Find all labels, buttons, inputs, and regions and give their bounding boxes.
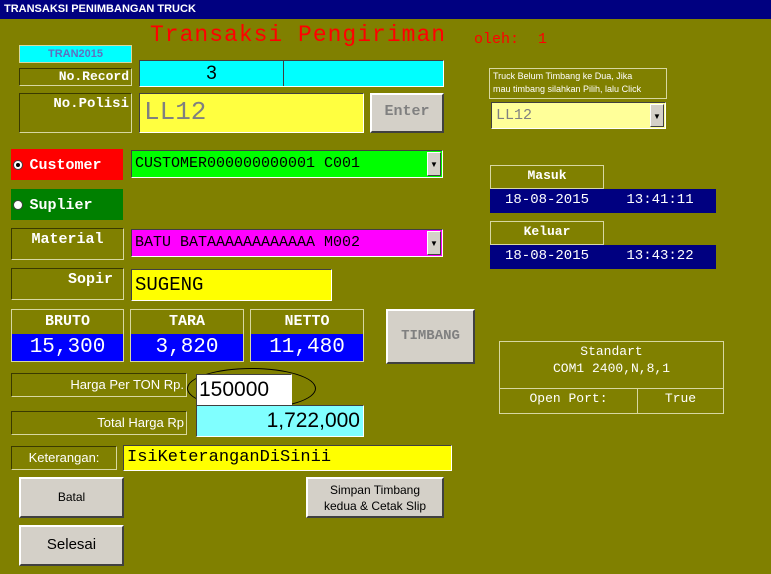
truck-hint-line1: Truck Belum Timbang ke Dua, Jika	[493, 71, 633, 81]
customer-radio-label: Customer	[29, 157, 102, 174]
masuk-date: 18-08-2015	[490, 189, 604, 213]
tara-panel: TARA 3,820	[130, 309, 244, 362]
port-standard-label: Standart	[580, 344, 643, 359]
keluar-label: Keluar	[490, 221, 604, 245]
bruto-panel: BRUTO 15,300	[11, 309, 124, 362]
keterangan-input[interactable]: IsiKeteranganDiSinii	[123, 445, 452, 471]
customer-select-value: CUSTOMER000000000001 C001	[135, 155, 361, 172]
suplier-radio-label: Suplier	[29, 197, 93, 214]
harga-label: Harga Per TON Rp.	[11, 373, 187, 397]
polisi-label: No.Polisi	[19, 93, 132, 133]
truck-hint: Truck Belum Timbang ke Dua, Jika mau tim…	[489, 68, 667, 99]
customer-select[interactable]: CUSTOMER000000000001 C001 ▼	[131, 150, 443, 178]
total-field: 1,722,000	[196, 405, 364, 437]
sopir-input[interactable]: SUGENG	[131, 269, 332, 301]
sopir-label: Sopir	[11, 268, 124, 300]
truck-hint-line2: mau timbang silahkan Pilih, lalu Click	[493, 84, 642, 94]
open-port-label: Open Port:	[529, 391, 608, 406]
batal-button[interactable]: Batal	[19, 477, 124, 518]
netto-panel: NETTO 11,480	[250, 309, 364, 362]
record-value: 3	[206, 63, 217, 84]
radio-unselected-icon	[13, 199, 23, 210]
material-select[interactable]: BATU BATAAAAAAAAAAAA M002 ▼	[131, 229, 443, 257]
simpan-line2: kedua & Cetak Slip	[323, 499, 427, 513]
netto-label: NETTO	[284, 313, 330, 330]
keluar-date: 18-08-2015	[490, 245, 604, 269]
keterangan-label: Keterangan:	[11, 446, 117, 470]
chevron-down-icon[interactable]: ▼	[650, 104, 664, 127]
material-select-value: BATU BATAAAAAAAAAAAA M002	[135, 234, 361, 251]
tara-value: 3,820	[131, 334, 243, 361]
simpan-cetak-button[interactable]: Simpan Timbang kedua & Cetak Slip	[306, 477, 444, 518]
polisi-input[interactable]: LL12	[139, 93, 364, 133]
operator-label: oleh:	[474, 31, 520, 48]
tara-label: TARA	[168, 313, 205, 330]
truck-select[interactable]: LL12 ▼	[491, 102, 666, 129]
keluar-time: 13:43:22	[604, 245, 716, 269]
netto-value: 11,480	[251, 334, 363, 361]
record-label: No.Record	[19, 68, 132, 86]
chevron-down-icon[interactable]: ▼	[427, 152, 441, 176]
simpan-line1: Simpan Timbang	[329, 483, 421, 497]
truck-select-value: LL12	[496, 107, 533, 124]
masuk-time: 13:41:11	[604, 189, 716, 213]
operator-value: 1	[538, 31, 548, 48]
page-title: Transaksi Pengiriman	[150, 22, 447, 48]
bruto-value: 15,300	[12, 334, 123, 361]
timbang-button[interactable]: TIMBANG	[386, 309, 475, 364]
selesai-button[interactable]: Selesai	[19, 525, 124, 566]
suplier-radio[interactable]: Suplier	[11, 189, 123, 220]
bruto-label: BRUTO	[44, 313, 90, 330]
record-field: 3	[139, 60, 444, 87]
enter-button[interactable]: Enter	[370, 93, 444, 133]
radio-selected-icon	[13, 159, 23, 170]
transaction-code: TRAN2015	[19, 45, 132, 63]
port-panel: Standart COM1 2400,N,8,1 Open Port: True	[499, 341, 724, 414]
material-label: Material	[11, 228, 124, 260]
harga-input[interactable]: 150000	[196, 374, 292, 406]
masuk-label: Masuk	[490, 165, 604, 189]
chevron-down-icon[interactable]: ▼	[427, 231, 441, 255]
port-config: COM1 2400,N,8,1	[552, 361, 671, 376]
customer-radio[interactable]: Customer	[11, 149, 123, 180]
total-label: Total Harga Rp	[11, 411, 187, 435]
open-port-value: True	[664, 391, 697, 406]
window-title: TRANSAKSI PENIMBANGAN TRUCK	[0, 0, 771, 19]
